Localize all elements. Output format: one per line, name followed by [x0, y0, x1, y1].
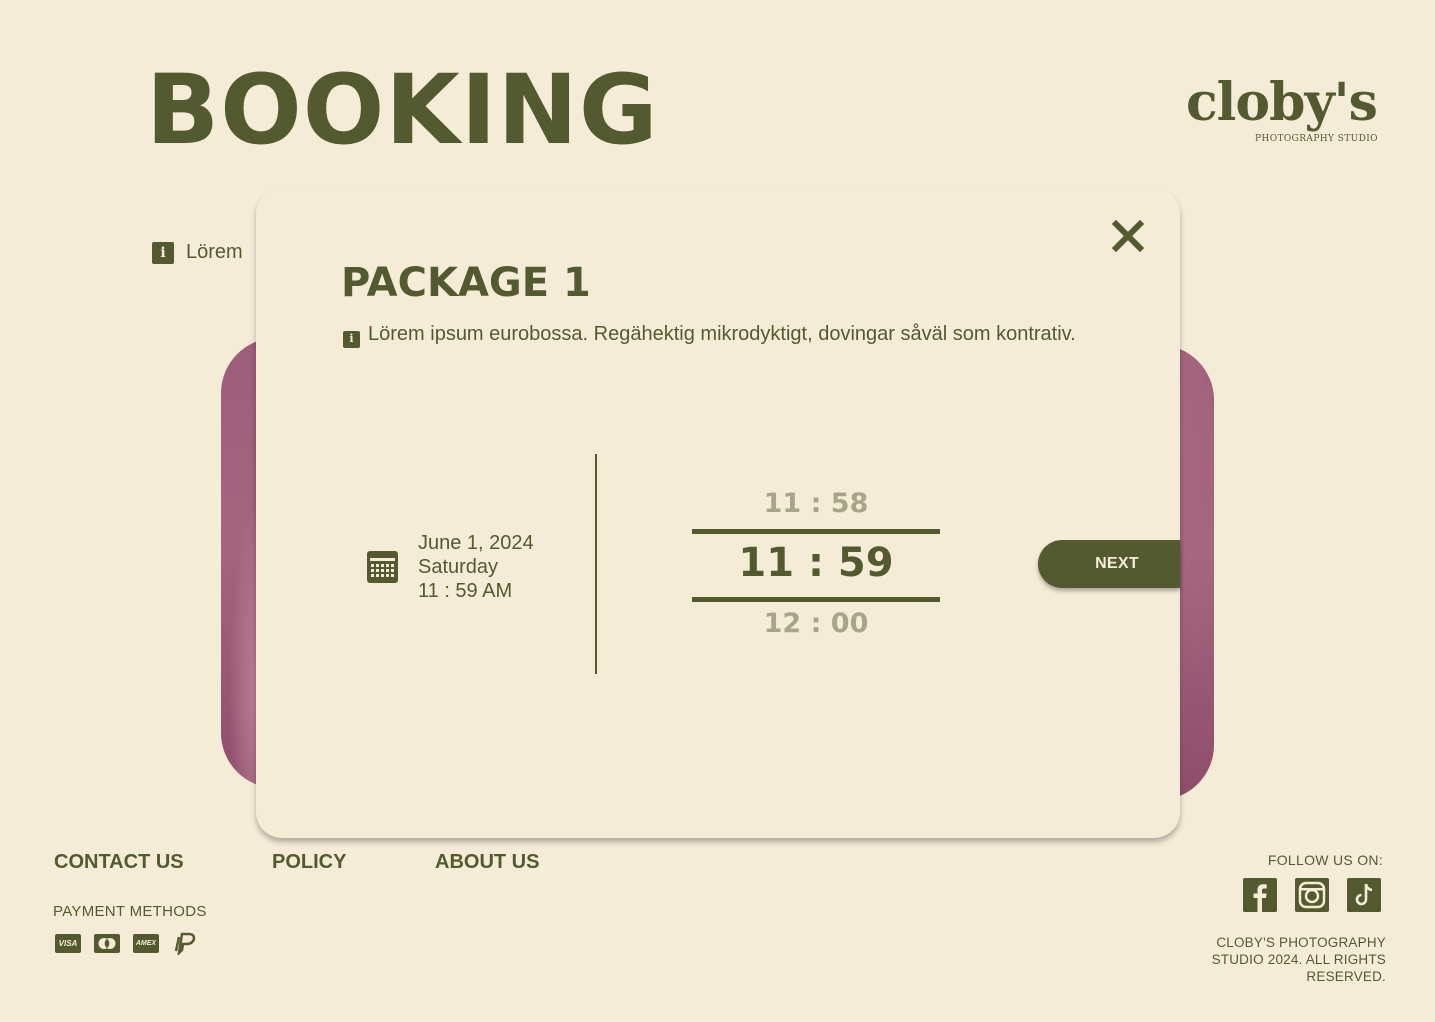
time-option-current[interactable]: 11 : 59 — [692, 540, 940, 586]
package-modal: PACKAGE 1 i Lörem ipsum eurobossa. Regähe… — [256, 188, 1180, 838]
footer-link-policy[interactable]: POLICY — [272, 851, 346, 874]
visa-icon: VISA — [55, 934, 81, 953]
follow-us-label: FOLLOW US ON: — [1267, 852, 1383, 868]
footer-link-contact-us[interactable]: CONTACT US — [54, 851, 184, 874]
mastercard-icon — [94, 934, 120, 953]
close-icon[interactable] — [1110, 218, 1146, 254]
logo-wordmark: cloby's — [1186, 72, 1378, 133]
facebook-icon[interactable] — [1243, 878, 1277, 912]
selected-datetime: June 1, 2024 Saturday 11 : 59 AM — [418, 531, 534, 603]
logo-subtitle: PHOTOGRAPHY STUDIO — [1255, 134, 1378, 144]
paypal-icon — [174, 932, 196, 955]
modal-description-text: Lörem ipsum eurobossa. Regähektig mikrod… — [368, 323, 1076, 345]
selected-day: Saturday — [418, 556, 499, 578]
vertical-divider — [595, 454, 597, 674]
time-option-next[interactable]: 12 : 00 — [692, 608, 940, 639]
footer-link-about-us[interactable]: ABOUT US — [435, 851, 539, 874]
selected-date: June 1, 2024 — [418, 532, 534, 554]
payment-methods-label: PAYMENT METHODS — [53, 903, 207, 920]
time-picker-bottom-line — [692, 597, 940, 602]
next-button[interactable]: NEXT — [1038, 540, 1180, 588]
modal-title: PACKAGE 1 — [341, 260, 591, 306]
calendar-icon — [367, 551, 398, 583]
page-title: BOOKING — [146, 54, 659, 166]
brand-logo[interactable]: cloby's PHOTOGRAPHY STUDIO — [1186, 72, 1382, 150]
selected-time: 11 : 59 AM — [418, 580, 513, 602]
tiktok-icon[interactable] — [1347, 878, 1381, 912]
modal-description: i Lörem ipsum eurobossa. Regähektig mikro… — [343, 322, 1103, 348]
amex-icon: AMEX — [133, 934, 159, 953]
time-option-previous[interactable]: 11 : 58 — [692, 488, 940, 519]
info-icon: i — [343, 330, 360, 348]
instagram-icon[interactable] — [1295, 878, 1329, 912]
copyright-text: CLOBY'S PHOTOGRAPHY STUDIO 2024. ALL RIG… — [1211, 935, 1386, 984]
time-picker-top-line — [692, 529, 940, 534]
background-info-note: i Lörem — [152, 241, 243, 264]
info-icon: i — [152, 241, 174, 264]
background-info-text: Lörem — [186, 241, 243, 263]
